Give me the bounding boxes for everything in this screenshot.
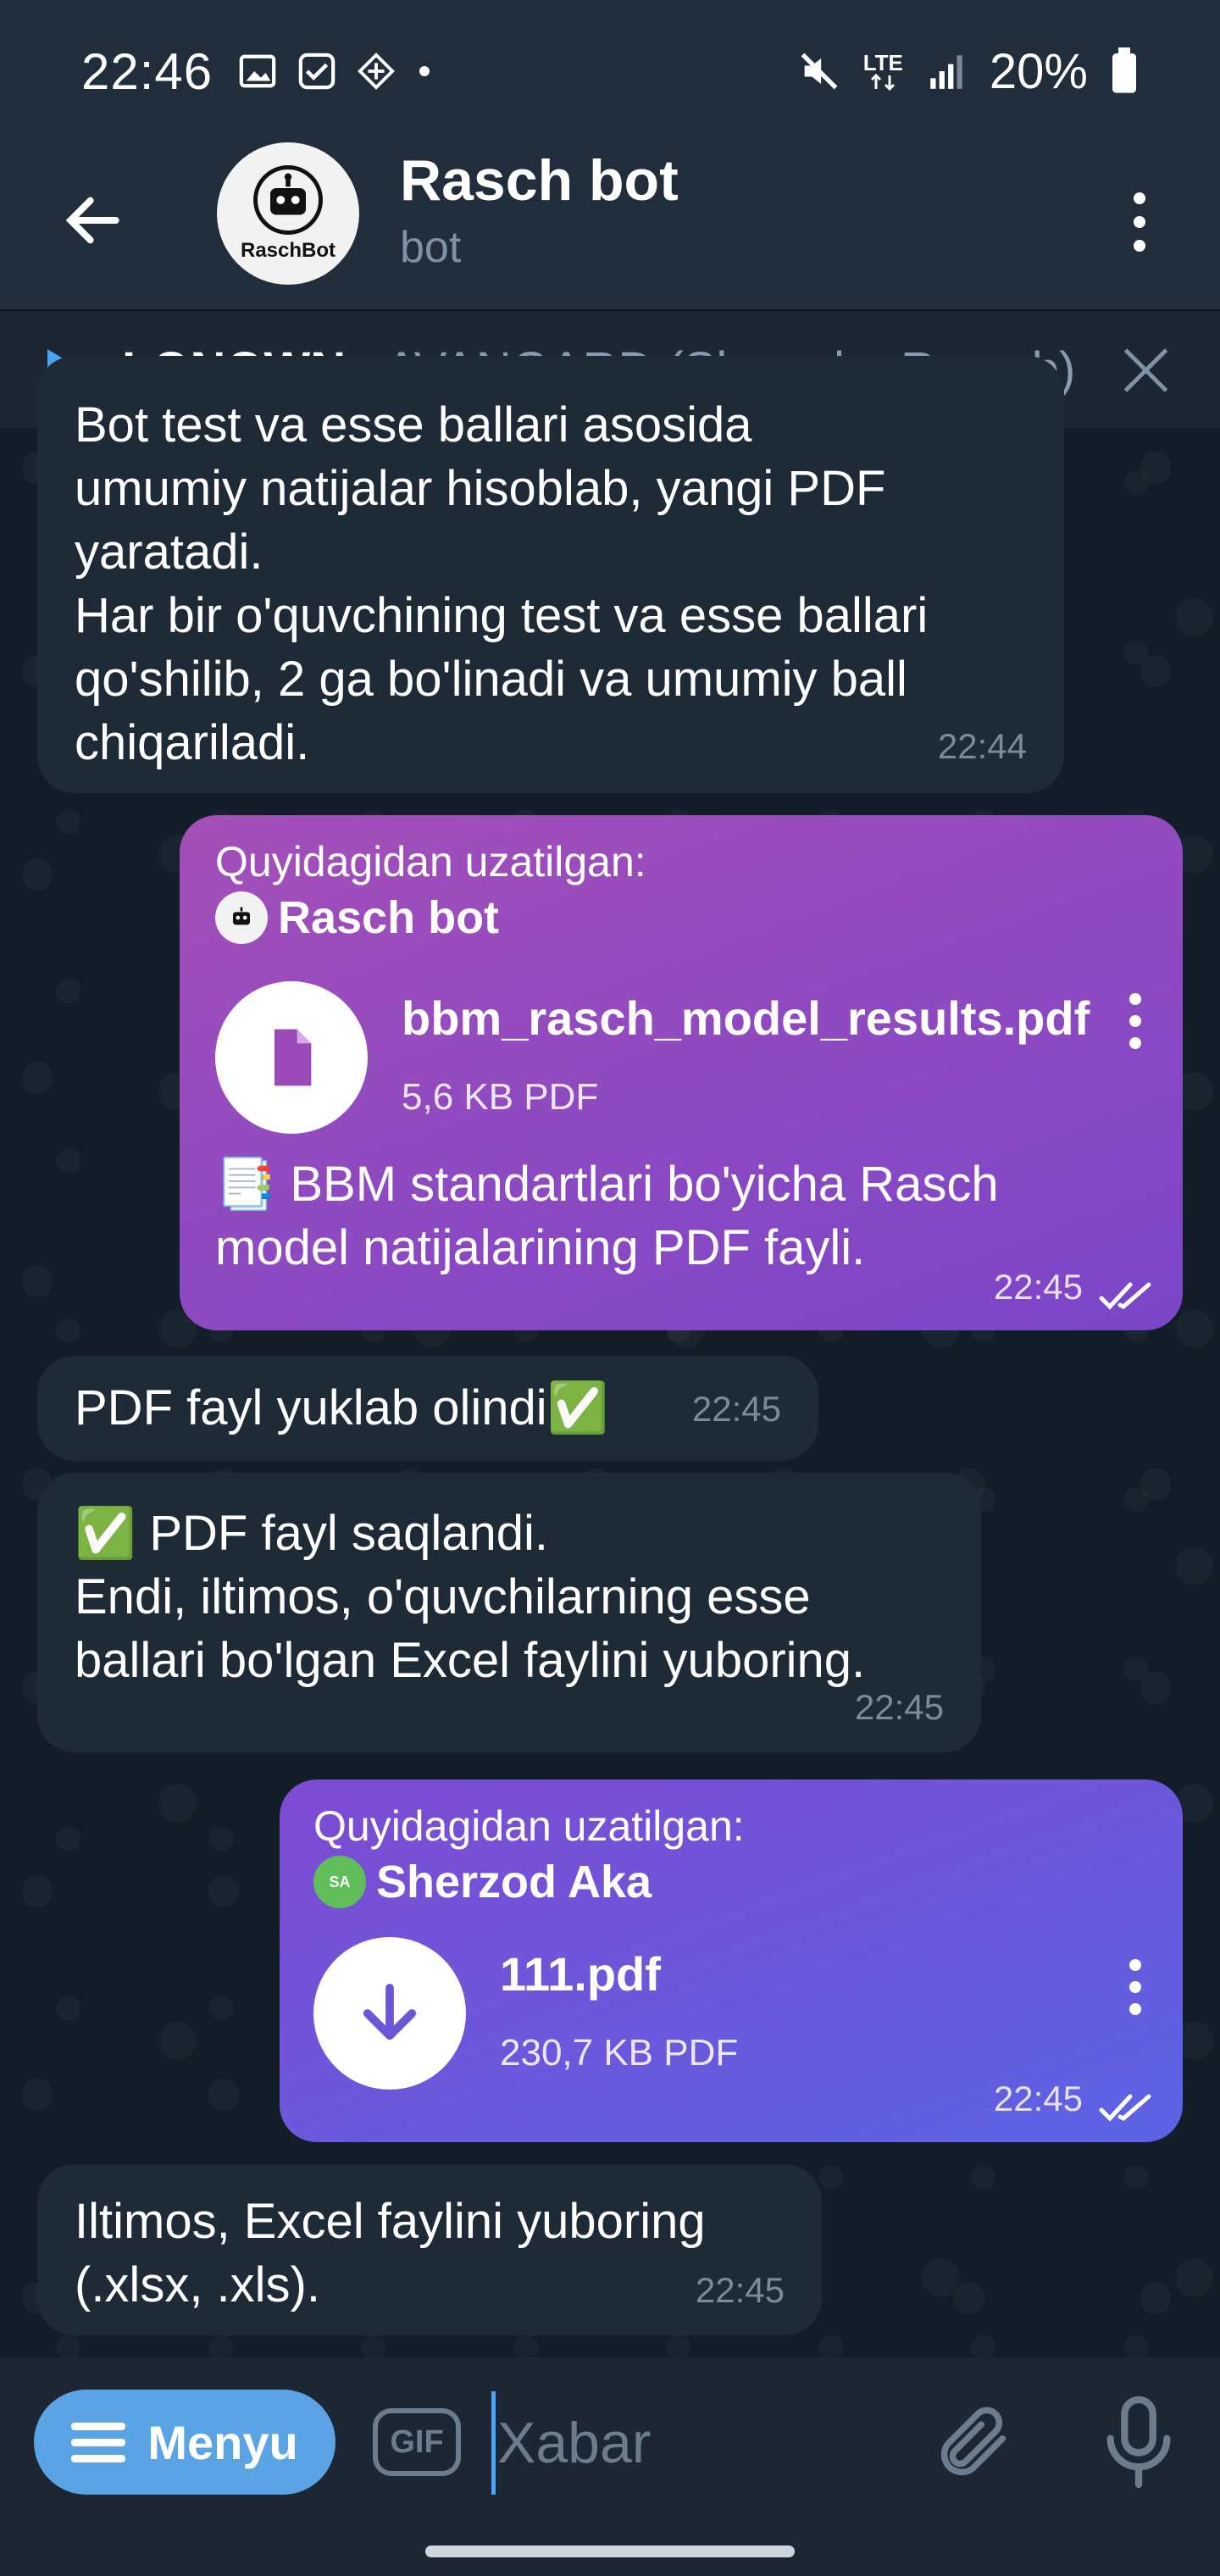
close-icon[interactable]: [1113, 338, 1178, 402]
message-text: PDF fayl yuklab olindi✅: [75, 1380, 608, 1435]
forward-avatar-initials: SA: [329, 1874, 351, 1890]
notification-icons: [238, 52, 433, 91]
lte-icon: LTE: [863, 52, 903, 91]
message-text: ✅ PDF fayl saqlandi. Endi, iltimos, o'qu…: [75, 1506, 866, 1688]
battery-percent: 20%: [989, 43, 1088, 99]
file-meta: 230,7 KB PDF: [500, 2032, 739, 2074]
file-name: 111.pdf: [500, 1947, 661, 2001]
read-checks-icon: [1099, 1282, 1151, 1310]
robot-icon: [253, 165, 323, 235]
more-dot: [1129, 1981, 1141, 1993]
message-incoming[interactable]: Iltimos, Excel faylini yuboring (.xlsx, …: [37, 2164, 822, 2335]
message-incoming[interactable]: Bot test va esse ballari asosida umumiy …: [37, 356, 1064, 793]
avatar-label: RaschBot: [240, 239, 336, 262]
bot-menu-button[interactable]: Menyu: [34, 2390, 336, 2495]
status-time: 22:46: [81, 42, 214, 100]
forward-avatar: [215, 891, 268, 944]
forwarded-label: Quyidagidan uzatilgan:: [215, 838, 646, 886]
checkbox-icon: [297, 52, 336, 91]
battery-icon: [1110, 47, 1139, 95]
more-vertical-icon: [1129, 993, 1141, 1005]
menu-label: Menyu: [147, 2415, 298, 2469]
paperclip-icon: [940, 2407, 1006, 2476]
read-checks-icon: [1099, 2094, 1151, 2122]
message-input-bar: Menyu GIF: [0, 2357, 1220, 2527]
system-icons: LTE 20%: [797, 43, 1139, 100]
message-time: 22:45: [695, 2270, 785, 2310]
message-outgoing-forwarded[interactable]: Quyidagidan uzatilgan: SA Sherzod Aka 11…: [280, 1779, 1183, 2142]
chat-header: RaschBot Rasch bot bot: [0, 119, 1220, 309]
forward-avatar: SA: [313, 1856, 366, 1908]
chat-subtitle: bot: [400, 223, 462, 272]
telegram-chat-screen: 22:46 LTE 20% RaschBot Rasch bot bot Bot…: [0, 0, 1220, 2576]
message-time: 22:45: [691, 1389, 781, 1429]
forwarded-from-name: Rasch bot: [278, 892, 500, 943]
voice-record-button[interactable]: [1096, 2391, 1181, 2493]
signal-icon: [925, 50, 968, 92]
more-dot: [1129, 2003, 1141, 2015]
file-name: bbm_rasch_model_results.pdf: [402, 991, 1090, 1045]
navigation-bar: [0, 2527, 1220, 2576]
message-incoming[interactable]: PDF fayl yuklab olindi✅ 22:45: [37, 1356, 818, 1461]
forwarded-from-name: Sherzod Aka: [376, 1857, 652, 1907]
robot-icon: [233, 907, 250, 925]
vpn-icon: [357, 52, 396, 91]
gif-label: GIF: [390, 2423, 444, 2460]
chat-title[interactable]: Rasch bot: [400, 147, 679, 214]
forwarded-label: Quyidagidan uzatilgan:: [313, 1802, 745, 1850]
message-time: 22:44: [937, 726, 1027, 766]
message-time: 22:45: [993, 1267, 1083, 1307]
document-icon: [274, 1029, 312, 1086]
more-vertical-icon: [1134, 192, 1145, 204]
file-meta: 5,6 KB PDF: [402, 1076, 599, 1118]
file-attachment[interactable]: bbm_rasch_model_results.pdf 5,6 KB PDF: [215, 981, 1149, 1134]
message-time: 22:45: [854, 1687, 944, 1727]
forwarded-from[interactable]: SA Sherzod Aka: [313, 1852, 1149, 1912]
more-options-button[interactable]: [1110, 180, 1169, 264]
download-arrow-icon: [363, 1984, 417, 2040]
more-dot: [1129, 1015, 1141, 1027]
back-button[interactable]: [51, 178, 136, 263]
file-more-button[interactable]: [1118, 993, 1152, 1049]
message-time: 22:45: [993, 2079, 1083, 2118]
more-dot: [1129, 1037, 1141, 1049]
more-dot: [1134, 216, 1145, 228]
mute-icon: [797, 49, 841, 93]
arrow-left-icon: [65, 197, 119, 244]
gif-button[interactable]: GIF: [373, 2408, 461, 2476]
menu-icon: [71, 2422, 126, 2462]
attach-button[interactable]: [932, 2400, 1017, 2484]
file-open-button[interactable]: [215, 981, 368, 1134]
more-vertical-icon: [1129, 1959, 1141, 1971]
file-more-button[interactable]: [1118, 1959, 1152, 2015]
message-input[interactable]: [491, 2391, 906, 2495]
message-text: Bot test va esse ballari asosida umumiy …: [75, 397, 929, 770]
message-outgoing-forwarded[interactable]: Quyidagidan uzatilgan: Rasch bot bbm_ras…: [180, 815, 1183, 1330]
forwarded-from[interactable]: Rasch bot: [215, 888, 1149, 947]
bot-avatar[interactable]: RaschBot: [217, 142, 359, 285]
more-dot: [1134, 240, 1145, 252]
microphone-icon: [1106, 2396, 1171, 2489]
download-button[interactable]: [313, 1937, 466, 2090]
gallery-icon: [238, 52, 277, 91]
lte-label: LTE: [862, 50, 903, 75]
message-incoming[interactable]: ✅ PDF fayl saqlandi. Endi, iltimos, o'qu…: [37, 1473, 981, 1752]
dot-icon: [416, 63, 433, 80]
message-text: Iltimos, Excel faylini yuboring (.xlsx, …: [75, 2194, 706, 2312]
home-indicator[interactable]: [425, 2545, 795, 2557]
